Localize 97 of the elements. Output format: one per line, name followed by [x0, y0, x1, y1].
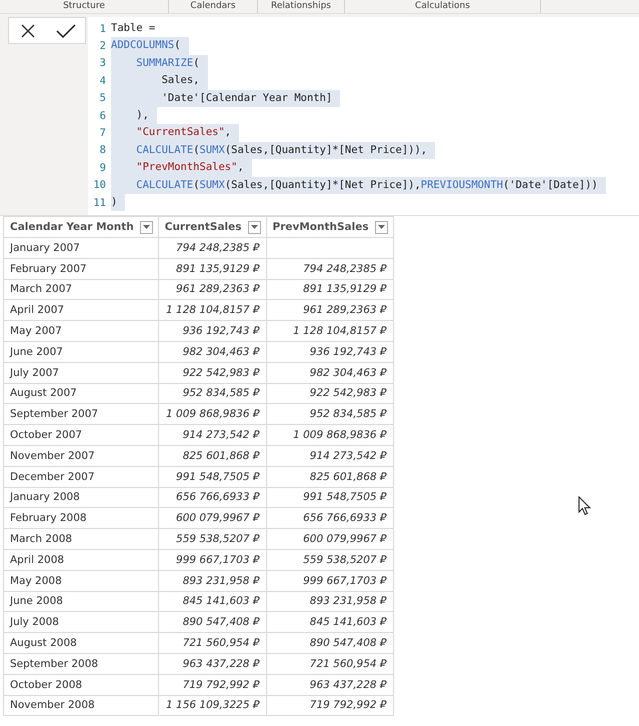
- table-cell: 845 141,603 ₽: [158, 591, 266, 612]
- table-cell: February 2007: [4, 258, 158, 280]
- table-cell: 982 304,463 ₽: [158, 341, 266, 362]
- table-cell: June 2008: [4, 591, 158, 612]
- table-cell: 891 135,9129 ₽: [266, 279, 394, 300]
- mouse-pointer-icon: [578, 496, 591, 516]
- line-number: 6: [98, 110, 107, 122]
- table-cell: 991 548,7505 ₽: [158, 466, 266, 488]
- table-cell: April 2007: [4, 300, 158, 321]
- table-cell: 893 231,958 ₽: [158, 570, 266, 592]
- line-number: 3: [98, 57, 107, 70]
- table-cell: September 2008: [4, 653, 158, 674]
- line-number: 8: [98, 144, 107, 156]
- table-cell: July 2007: [4, 362, 158, 384]
- table-cell: 890 547,408 ₽: [158, 612, 266, 633]
- table-cell: October 2008: [4, 674, 158, 696]
- table-cell: August 2007: [4, 383, 158, 404]
- table-cell: 600 079,9967 ₽: [158, 508, 266, 529]
- table-cell: February 2008: [4, 508, 158, 529]
- table-cell: December 2007: [4, 466, 158, 488]
- table-cell: 914 273,542 ₽: [266, 445, 394, 466]
- table-cell: May 2008: [4, 570, 158, 592]
- table-cell: November 2008: [4, 695, 158, 716]
- line-number: 9: [98, 162, 107, 174]
- column-title: Calendar Year Month: [10, 221, 134, 233]
- table-cell: August 2008: [4, 632, 158, 654]
- table-cell: 936 192,743 ₽: [158, 320, 266, 342]
- column-title: CurrentSales: [164, 221, 242, 233]
- filter-dropdown-icon[interactable]: [140, 220, 153, 234]
- table-cell: 656 766,6933 ₽: [158, 487, 266, 508]
- table-cell: September 2007: [4, 404, 158, 425]
- ribbon-group-label: Calendars: [169, 0, 258, 13]
- table-cell: 845 141,603 ₽: [266, 612, 394, 633]
- table-cell: July 2008: [4, 612, 158, 633]
- table-cell: 891 135,9129 ₽: [158, 258, 266, 280]
- filter-dropdown-icon[interactable]: [374, 220, 388, 234]
- table-cell: 963 437,228 ₽: [266, 674, 394, 696]
- line-number: 10: [92, 179, 107, 192]
- table-cell: November 2007: [4, 445, 158, 466]
- table-cell: 794 248,2385 ₽: [266, 258, 394, 280]
- ribbon-group-label: Relationships: [258, 0, 345, 13]
- table-cell: 961 289,2363 ₽: [158, 279, 266, 300]
- table-cell: 922 542,983 ₽: [266, 383, 394, 404]
- table-cell: 961 289,2363 ₽: [266, 300, 394, 321]
- table-cell: 600 079,9967 ₽: [266, 528, 394, 550]
- table-cell: 952 834,585 ₽: [158, 383, 266, 404]
- table-cell: March 2008: [4, 528, 158, 550]
- ribbon-group-label: Calculations: [345, 0, 541, 13]
- table-cell: 982 304,463 ₽: [266, 362, 394, 384]
- table-cell: 719 792,992 ₽: [158, 674, 266, 696]
- table-cell: 999 667,1703 ₽: [158, 549, 266, 570]
- table-cell: 1 128 104,8157 ₽: [158, 300, 266, 321]
- table-cell: May 2007: [4, 320, 158, 342]
- table-cell: March 2007: [4, 279, 158, 300]
- table-cell: 1 156 109,3225 ₽: [158, 695, 266, 716]
- code-editor[interactable]: [88, 17, 639, 215]
- table-cell: 721 560,954 ₽: [266, 653, 394, 674]
- close-icon: [20, 22, 36, 38]
- column-title: PrevMonthSales: [272, 221, 369, 233]
- table-cell: 1 009 868,9836 ₽: [158, 404, 266, 425]
- table-cell: 719 792,992 ₽: [266, 695, 394, 716]
- table-cell: 825 601,868 ₽: [266, 466, 394, 488]
- column-header[interactable]: Calendar Year Month: [4, 216, 158, 238]
- line-number: 1: [98, 22, 107, 35]
- column-header[interactable]: CurrentSales: [158, 216, 266, 238]
- table-cell: 922 542,983 ₽: [158, 362, 266, 384]
- table-cell: 999 667,1703 ₽: [266, 570, 394, 592]
- table-cell: January 2007: [4, 238, 158, 258]
- table-cell: 963 437,228 ₽: [158, 653, 266, 674]
- table-cell: 890 547,408 ₽: [266, 632, 394, 654]
- table-cell: 1 009 868,9836 ₽: [266, 424, 394, 446]
- line-number: 11: [92, 196, 107, 209]
- line-number: 7: [98, 127, 107, 140]
- table-cell: 952 834,585 ₽: [266, 404, 394, 425]
- table-cell: 656 766,6933 ₽: [266, 508, 394, 529]
- line-number: 4: [98, 74, 107, 87]
- table-cell: 825 601,868 ₽: [158, 445, 266, 466]
- table-cell: 936 192,743 ₽: [266, 341, 394, 362]
- table-cell: April 2008: [4, 549, 158, 570]
- table-cell: 559 538,5207 ₽: [266, 549, 394, 570]
- table-cell: June 2007: [4, 341, 158, 362]
- column-header[interactable]: PrevMonthSales: [266, 216, 394, 238]
- filter-dropdown-icon[interactable]: [248, 220, 261, 234]
- table-cell: 991 548,7505 ₽: [266, 487, 394, 508]
- table-cell: 893 231,958 ₽: [266, 591, 394, 612]
- table-cell: 721 560,954 ₽: [158, 632, 266, 654]
- line-number: 5: [98, 92, 107, 104]
- table-cell: 794 248,2385 ₽: [158, 238, 266, 258]
- table-cell: January 2008: [4, 487, 158, 508]
- code-line: Table =: [111, 21, 156, 36]
- ribbon-group-label: Structure: [0, 0, 169, 13]
- table-cell: October 2007: [4, 424, 158, 446]
- line-number: 2: [98, 40, 107, 52]
- checkmark-icon: [56, 22, 76, 38]
- table-cell: 559 538,5207 ₽: [158, 528, 266, 550]
- table-cell: 914 273,542 ₽: [158, 424, 266, 446]
- table-cell: 1 128 104,8157 ₽: [266, 320, 394, 342]
